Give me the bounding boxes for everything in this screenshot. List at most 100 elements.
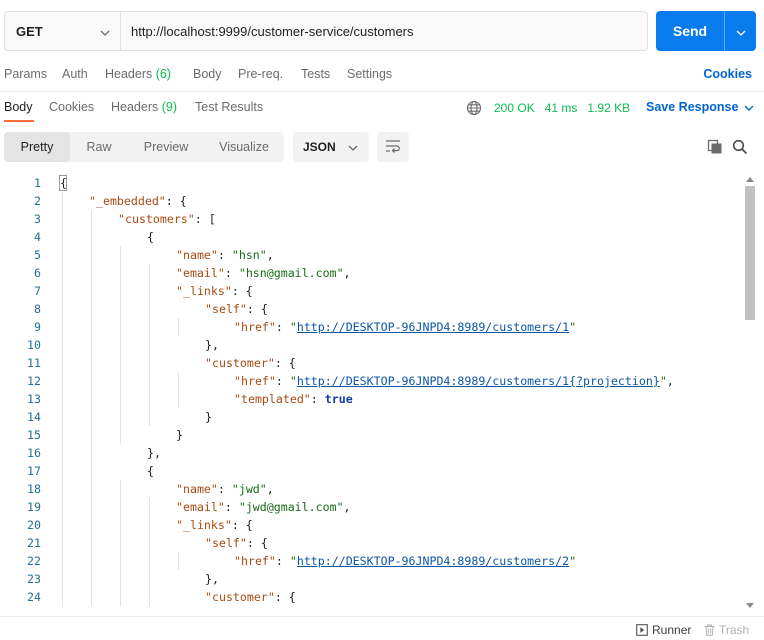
view-mode-selector: Pretty Raw Preview Visualize: [4, 132, 284, 162]
tab-params[interactable]: Params: [4, 67, 47, 81]
code-line: 13 "templated": true: [0, 390, 742, 408]
code-token: ": [569, 320, 577, 334]
code-token: "_embedded": [89, 194, 166, 208]
tab-response-headers[interactable]: Headers (9): [111, 100, 177, 114]
code-token: "self": [205, 536, 247, 550]
code-token: :: [275, 554, 290, 568]
code-token: : {: [246, 536, 268, 550]
send-options-button[interactable]: [724, 11, 756, 51]
tab-tests[interactable]: Tests: [301, 67, 330, 81]
runner-label: Runner: [652, 623, 692, 637]
format-select[interactable]: JSON: [293, 132, 369, 162]
code-line: 24 "customer": {: [0, 588, 742, 606]
code-text: "_embedded": {: [89, 192, 187, 210]
code-token: :: [217, 482, 232, 496]
copy-icon[interactable]: [707, 139, 723, 155]
line-number: 6: [34, 266, 41, 280]
code-token: "href": [234, 374, 276, 388]
line-number: 2: [34, 194, 41, 208]
tab-response-cookies[interactable]: Cookies: [49, 100, 94, 114]
tab-headers[interactable]: Headers (6): [105, 67, 171, 81]
scroll-down-arrow[interactable]: [744, 601, 756, 609]
code-token: :: [217, 248, 232, 262]
wrap-lines-icon: [385, 139, 401, 156]
code-text: },: [147, 444, 161, 462]
search-icon[interactable]: [732, 139, 748, 155]
code-line: 11 "customer": {: [0, 354, 742, 372]
scroll-up-arrow[interactable]: [744, 175, 756, 183]
url-link[interactable]: http://DESKTOP-96JNPD4:8989/customers/1{…: [297, 374, 660, 388]
response-time[interactable]: 41 ms: [545, 101, 578, 115]
code-token: }: [205, 410, 212, 424]
response-body-viewer[interactable]: 1{2 "_embedded": {3 "customers": [4{5 "name…: [0, 174, 742, 610]
tab-test-results[interactable]: Test Results: [195, 100, 263, 114]
code-token: : {: [165, 194, 187, 208]
response-headers-count: (9): [161, 100, 178, 114]
code-text: "href": "http://DESKTOP-96JNPD4:8989/cus…: [234, 552, 576, 570]
code-token: ,: [266, 248, 274, 262]
line-number: 17: [27, 464, 41, 478]
tab-body[interactable]: Body: [193, 67, 222, 81]
code-line: 5 "name": "hsn",: [0, 246, 742, 264]
code-line: 7 "_links": {: [0, 282, 742, 300]
wrap-lines-button[interactable]: [377, 132, 409, 162]
code-token: :: [224, 500, 239, 514]
code-token: "href": [234, 320, 276, 334]
code-token: :: [275, 320, 290, 334]
send-button[interactable]: Send: [656, 11, 756, 51]
line-number: 9: [34, 320, 41, 334]
trash-button[interactable]: Trash: [704, 623, 749, 637]
code-token: "email": [176, 266, 225, 280]
code-text: },: [205, 336, 219, 354]
view-raw[interactable]: Raw: [70, 132, 128, 162]
line-number: 14: [27, 410, 41, 424]
trash-label: Trash: [719, 623, 750, 637]
tab-auth[interactable]: Auth: [62, 67, 88, 81]
code-token: : [: [194, 212, 216, 226]
view-pretty[interactable]: Pretty: [4, 132, 70, 162]
view-visualize[interactable]: Visualize: [204, 132, 284, 162]
code-token: },: [205, 572, 219, 586]
headers-count: (6): [155, 67, 172, 81]
response-size[interactable]: 1.92 KB: [587, 101, 630, 115]
code-token: : {: [274, 356, 296, 370]
status-code[interactable]: 200 OK: [494, 101, 535, 115]
code-line: 17 {: [0, 462, 742, 480]
runner-button[interactable]: Runner: [636, 623, 691, 637]
status-footer: Runner Trash: [0, 616, 764, 640]
method-select[interactable]: GET: [5, 12, 121, 50]
code-text: "templated": true: [234, 390, 353, 408]
url-link[interactable]: http://DESKTOP-96JNPD4:8989/customers/2: [297, 554, 569, 568]
code-line: 8 "self": {: [0, 300, 742, 318]
save-response-button[interactable]: Save Response: [646, 100, 754, 114]
tab-pre-request[interactable]: Pre-req.: [238, 67, 283, 81]
url-input[interactable]: http://localhost:9999/customer-service/c…: [121, 12, 647, 50]
code-token: "href": [234, 554, 276, 568]
url-text: http://localhost:9999/customer-service/c…: [131, 23, 414, 39]
code-token: ,: [343, 500, 351, 514]
code-text: "email": "jwd@gmail.com",: [176, 498, 351, 516]
code-line: 22 "href": "http://DESKTOP-96JNPD4:8989/c…: [0, 552, 742, 570]
code-token: :: [275, 374, 290, 388]
scrollbar-thumb[interactable]: [745, 186, 755, 320]
line-number: 12: [27, 374, 41, 388]
globe-icon[interactable]: [466, 100, 482, 116]
view-preview[interactable]: Preview: [128, 132, 204, 162]
tab-settings[interactable]: Settings: [347, 67, 392, 81]
chevron-down-icon: [348, 140, 358, 154]
code-token: : {: [274, 590, 296, 604]
active-tab-indicator: [4, 120, 34, 122]
code-text: "customers": [: [118, 210, 216, 228]
line-number: 13: [27, 392, 41, 406]
code-token: :: [224, 266, 239, 280]
line-number: 22: [27, 554, 41, 568]
code-token: "jwd@gmail.com": [238, 500, 344, 514]
cookies-link[interactable]: Cookies: [703, 67, 752, 81]
code-text: "name": "hsn",: [176, 246, 274, 264]
code-token: "customer": [205, 590, 275, 604]
code-line: 20 "_links": {: [0, 516, 742, 534]
code-text: }: [176, 426, 183, 444]
line-number: 5: [34, 248, 41, 262]
url-link[interactable]: http://DESKTOP-96JNPD4:8989/customers/1: [297, 320, 569, 334]
tab-response-body[interactable]: Body: [4, 100, 33, 114]
